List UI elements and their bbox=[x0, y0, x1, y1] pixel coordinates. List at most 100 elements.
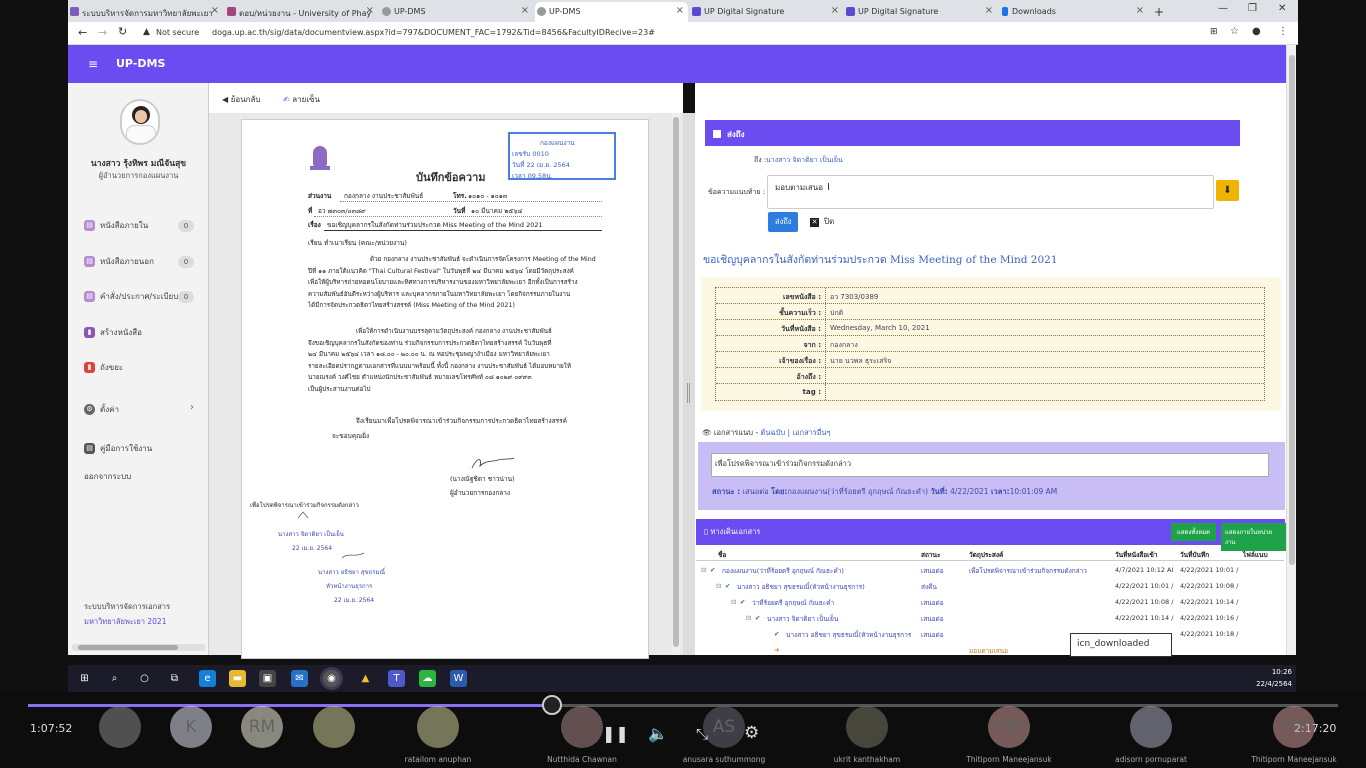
sidebar-item-logout[interactable]: ออกจากระบบ bbox=[84, 470, 131, 483]
participant-avatar bbox=[1130, 706, 1172, 748]
browser-tab[interactable]: UP Digital Signature × bbox=[844, 2, 997, 22]
unit-label: ส่วนงาน bbox=[308, 192, 332, 200]
sidebar-item-manual[interactable]: ▤ คู่มือการใช้งาน bbox=[84, 442, 152, 455]
teams-icon[interactable]: T bbox=[388, 670, 405, 687]
pause-icon[interactable]: ❚❚ bbox=[602, 724, 629, 743]
new-tab-button[interactable]: + bbox=[1152, 2, 1172, 22]
sidebar-item-label: ออกจากระบบ bbox=[84, 472, 132, 481]
table-row[interactable]: ⊟ ✔ นางสาว อธิชยา สุขธรมณิ์(หัวหน้างานธุร… bbox=[696, 578, 1284, 594]
document-toolbar: ◀ ย้อนกลับ ✍ ลายเซ็น bbox=[209, 83, 683, 113]
task-view-icon[interactable]: ⧉ bbox=[166, 670, 183, 687]
tab-label: UP-DMS bbox=[549, 7, 581, 16]
forward-icon bbox=[713, 130, 721, 138]
close-window-icon[interactable]: ✕ bbox=[1278, 3, 1286, 14]
tel-value: ๑๐๑๐ - ๑๐๑๓ bbox=[468, 192, 508, 200]
trash-icon: ▮ bbox=[84, 362, 95, 373]
collapse-icon[interactable]: ⊟ bbox=[716, 582, 721, 590]
scrollbar-thumb[interactable] bbox=[1289, 55, 1295, 565]
word-icon[interactable]: W bbox=[450, 670, 467, 687]
search-icon[interactable]: ⌕ bbox=[106, 670, 123, 687]
trail-title: ทางเดินเอกสาร bbox=[710, 527, 761, 536]
close-button[interactable]: ✕ ปิด bbox=[810, 215, 834, 228]
edge-icon[interactable]: e bbox=[199, 670, 216, 687]
store-icon[interactable]: ▣ bbox=[259, 670, 276, 687]
browser-tab[interactable]: UP Digital Signature × bbox=[690, 2, 843, 22]
sidebar-item-trash[interactable]: ▮ ถังขยะ bbox=[84, 361, 123, 374]
message-textarea[interactable]: มอบตามเสนอ I bbox=[767, 175, 1214, 209]
minimize-icon[interactable]: — bbox=[1218, 3, 1228, 14]
table-row[interactable]: ➜ มอบตามเสนอ bbox=[696, 642, 1284, 655]
show-all-button[interactable]: แสดงทั้งหมด bbox=[1171, 523, 1217, 541]
para-line: ได้มีการจัดประกวดธิดาไทยสร้างสรรค์ (Miss… bbox=[308, 302, 515, 309]
forward-arrow-icon[interactable]: → bbox=[98, 26, 107, 39]
browser-tab[interactable]: UP-DMS × bbox=[380, 2, 533, 22]
participant-tile: Nutthida Chawnan bbox=[512, 704, 652, 768]
check-icon: ✔ bbox=[725, 582, 731, 590]
close-tab-icon[interactable]: × bbox=[366, 5, 374, 16]
file-explorer-icon[interactable]: ▬ bbox=[229, 670, 246, 687]
participant-avatar bbox=[846, 706, 888, 748]
exit-fullscreen-icon[interactable]: ⤡ bbox=[696, 725, 708, 743]
menu-dots-icon[interactable]: ⋮ bbox=[1278, 26, 1288, 37]
security-label[interactable]: Not secure bbox=[156, 28, 199, 37]
sidebar-item-external[interactable]: ▤ หนังสือภายนอก bbox=[84, 255, 154, 268]
reload-icon[interactable]: ↻ bbox=[118, 25, 127, 38]
url-text: doga.up.ac.th/sig/data/documentview.aspx… bbox=[212, 28, 655, 37]
subject-value: ขอเชิญบุคลากรในสังกัดท่านร่วมประกวด Miss… bbox=[327, 221, 543, 229]
hamburger-icon[interactable]: ≡ bbox=[88, 57, 98, 71]
translate-icon[interactable]: ⊞ bbox=[1210, 27, 1218, 37]
browser-tab[interactable]: Downloads × bbox=[998, 2, 1148, 22]
page-scrollbar[interactable] bbox=[1286, 45, 1296, 655]
collapse-icon[interactable]: ⊟ bbox=[746, 614, 751, 622]
sidebar-item-create[interactable]: ▮ สร้างหนังสือ bbox=[84, 326, 142, 339]
browser-toolbar: ← → ↻ ▲ Not secure doga.up.ac.th/sig/dat… bbox=[68, 22, 1298, 45]
university-logo-icon bbox=[310, 146, 330, 176]
back-button[interactable]: ◀ ย้อนกลับ bbox=[222, 93, 261, 106]
meta-key: ชั้นความเร็ว : bbox=[716, 304, 826, 319]
close-tab-icon[interactable]: × bbox=[676, 5, 684, 16]
pane-splitter[interactable] bbox=[683, 113, 695, 655]
drive-icon[interactable]: ▲ bbox=[357, 670, 374, 687]
trail-name: กองแผนงาน(ว่าที่ร้อยตรี อุกฤษณ์ กัณธะคำ) bbox=[722, 567, 844, 575]
browser-tab-active[interactable]: UP-DMS × bbox=[535, 2, 688, 22]
sidebar-item-orders[interactable]: ▤ คำสั่ง/ประกาศ/ระเบียบ bbox=[84, 290, 178, 303]
settings-gear-icon[interactable]: ⚙ bbox=[744, 723, 759, 743]
sidebar-item-settings[interactable]: ⚙ ตั้งค่า bbox=[84, 403, 119, 416]
close-tab-icon[interactable]: × bbox=[1136, 5, 1144, 16]
document-scrollbar[interactable] bbox=[672, 113, 680, 655]
close-tab-icon[interactable]: × bbox=[521, 5, 529, 16]
volume-icon[interactable]: 🔈 bbox=[648, 724, 668, 743]
url-bar[interactable]: doga.up.ac.th/sig/data/documentview.aspx… bbox=[208, 25, 1208, 42]
maximize-icon[interactable]: ❐ bbox=[1248, 3, 1257, 14]
close-tab-icon[interactable]: × bbox=[831, 5, 839, 16]
mail-icon[interactable]: ✉ bbox=[291, 670, 308, 687]
close-tab-icon[interactable]: × bbox=[211, 5, 219, 16]
profile-icon[interactable]: ● bbox=[1252, 26, 1261, 37]
line-icon[interactable]: ☁ bbox=[419, 670, 436, 687]
browser-tab[interactable]: ระบบบริหารจัดการมหาวิทยาลัยพะเยา × bbox=[68, 2, 223, 22]
sidebar-scrollbar[interactable] bbox=[72, 644, 206, 651]
sidebar-item-internal[interactable]: ▤ หนังสือภายใน bbox=[84, 219, 148, 232]
close-tab-icon[interactable]: × bbox=[985, 5, 993, 16]
chrome-icon[interactable]: ◉ bbox=[323, 670, 340, 687]
table-row[interactable]: ⊟ ✔ กองแผนงาน(ว่าที่ร้อยตรี อุกฤษณ์ กัณธะ… bbox=[696, 562, 1284, 578]
back-arrow-icon[interactable]: ← bbox=[78, 26, 87, 39]
collapse-icon[interactable]: ⊟ bbox=[731, 598, 736, 606]
attachment-links[interactable]: ต้นฉบับ | เอกสารอื่นๆ bbox=[761, 428, 831, 437]
signature-button[interactable]: ✍ ลายเซ็น bbox=[283, 93, 320, 106]
meta-key: จาก : bbox=[716, 336, 826, 351]
download-button[interactable]: ⬇ bbox=[1216, 180, 1239, 201]
table-row[interactable]: ⊟ ✔ นางสาว จิดาติยา เป็นเย็น เสนอต่อ 4/22… bbox=[696, 610, 1284, 626]
meta-value: กองกลาง bbox=[830, 341, 858, 349]
browser-tab[interactable]: ตอบ/หน่วยงาน - University of Phay × bbox=[225, 2, 378, 22]
collapse-icon[interactable]: ⊟ bbox=[701, 566, 706, 574]
cortana-icon[interactable]: ○ bbox=[136, 670, 153, 687]
windows-start-icon[interactable]: ⊞ bbox=[76, 670, 93, 687]
table-row[interactable]: ✔ นางสาว อธิชยา สุขธรมณิ์(หัวหน้างานธุรก… bbox=[696, 626, 1284, 642]
sidebar-item-label: หนังสือภายนอก bbox=[100, 257, 154, 266]
table-row[interactable]: ⊟ ✔ ว่าที่ร้อยตรี อุกฤษณ์ กัณธะคำ เสนอต่อ… bbox=[696, 594, 1284, 610]
tab-favicon bbox=[537, 7, 546, 16]
forward-to-value[interactable]: นางสาว จิดาติยา เป็นเย็น bbox=[766, 155, 843, 166]
send-button[interactable]: ส่งถึง bbox=[768, 212, 799, 232]
bookmark-star-icon[interactable]: ☆ bbox=[1230, 26, 1239, 37]
